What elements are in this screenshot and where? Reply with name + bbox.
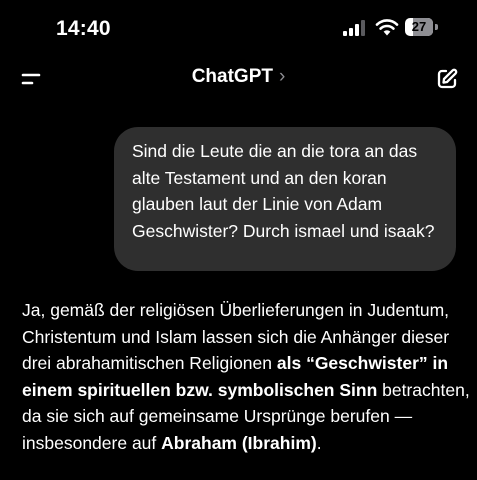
nav-title: ChatGPT (191, 66, 273, 87)
assistant-bold-2: Abraham (Ibrahim) (161, 432, 317, 453)
battery-indicator: 27 (405, 18, 439, 36)
chevron-right-icon: › (278, 66, 286, 87)
status-time: 14:40 (56, 17, 111, 40)
wifi-icon (375, 19, 399, 36)
assistant-message: Ja, gemäß der religiösen Überlieferungen… (22, 297, 474, 456)
nav-bar: ChatGPT › (0, 58, 477, 100)
new-chat-button[interactable] (430, 62, 464, 96)
cellular-signal-icon (343, 20, 365, 36)
user-message-bubble: Sind die Leute die an die tora an das al… (114, 127, 456, 271)
nav-title-button[interactable]: ChatGPT › (0, 66, 477, 88)
status-bar: 14:40 27 (0, 0, 477, 58)
battery-level: 27 (411, 19, 427, 34)
battery-nub (435, 24, 438, 30)
new-chat-icon (437, 68, 458, 89)
battery-body: 27 (405, 18, 433, 36)
assistant-text-3: . (316, 432, 322, 453)
